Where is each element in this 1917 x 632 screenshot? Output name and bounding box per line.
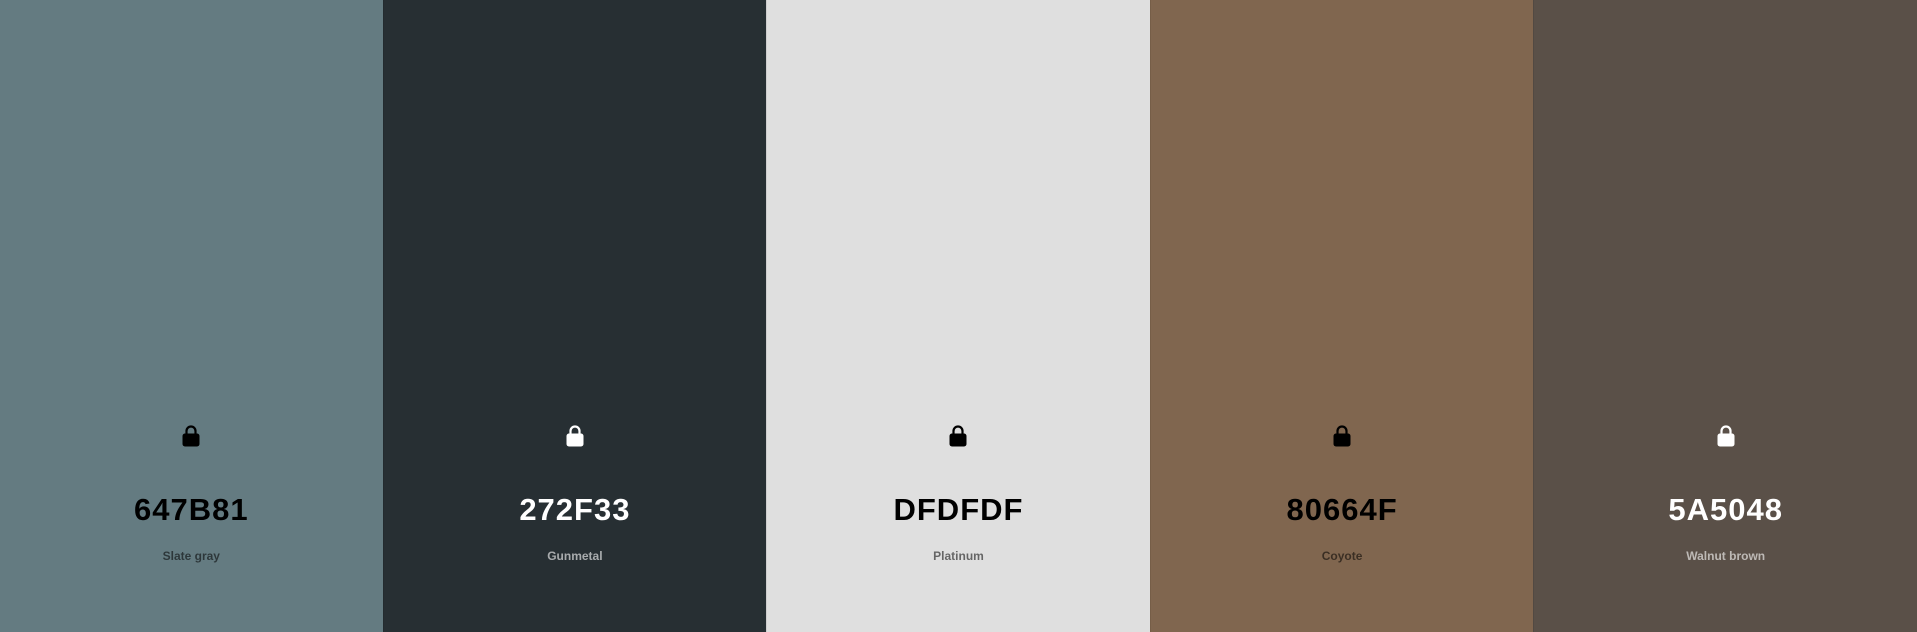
lock-icon[interactable] [1714, 422, 1738, 450]
color-swatch-gunmetal[interactable]: 272F33 Gunmetal [382, 0, 767, 632]
color-swatch-walnut-brown[interactable]: 5A5048 Walnut brown [1533, 0, 1917, 632]
color-name[interactable]: Gunmetal [384, 548, 767, 564]
hex-code[interactable]: 647B81 [0, 490, 383, 530]
hex-code[interactable]: DFDFDF [767, 490, 1150, 530]
color-swatch-platinum[interactable]: DFDFDF Platinum [766, 0, 1150, 632]
color-palette: 647B81 Slate gray 272F33 Gunmetal DFDFDF… [0, 0, 1917, 632]
lock-icon[interactable] [1330, 422, 1354, 450]
color-name[interactable]: Walnut brown [1534, 548, 1917, 564]
color-name[interactable]: Slate gray [0, 548, 383, 564]
hex-code[interactable]: 80664F [1151, 490, 1534, 530]
lock-icon[interactable] [563, 422, 587, 450]
color-swatch-coyote[interactable]: 80664F Coyote [1149, 0, 1534, 632]
color-name[interactable]: Coyote [1151, 548, 1534, 564]
hex-code[interactable]: 272F33 [384, 490, 767, 530]
lock-icon[interactable] [946, 422, 970, 450]
hex-code[interactable]: 5A5048 [1534, 490, 1917, 530]
lock-icon[interactable] [179, 422, 203, 450]
color-name[interactable]: Platinum [767, 548, 1150, 564]
color-swatch-slate-gray[interactable]: 647B81 Slate gray [0, 0, 383, 632]
